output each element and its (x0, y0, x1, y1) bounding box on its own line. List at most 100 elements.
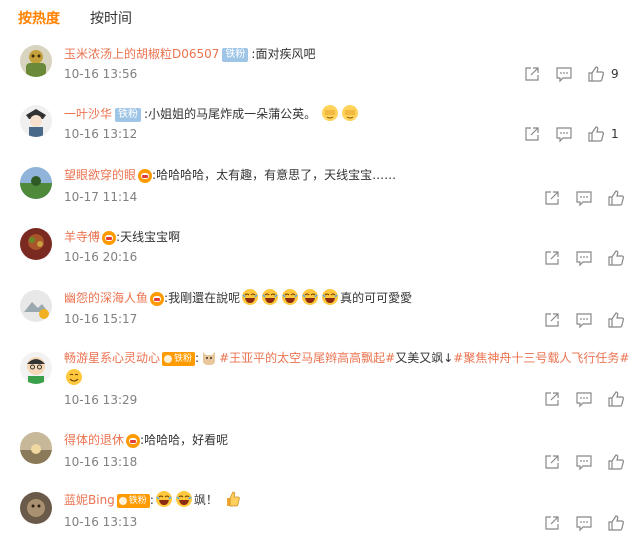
comment-icon[interactable] (575, 390, 593, 408)
avatar[interactable] (20, 167, 52, 199)
like-icon[interactable] (587, 65, 605, 83)
vip-badge-icon (126, 433, 141, 448)
like-count: 9 (611, 67, 619, 81)
vip-badge-icon (138, 168, 153, 183)
comment-icon[interactable] (575, 249, 593, 267)
comment-icon[interactable] (575, 453, 593, 471)
like-icon[interactable] (607, 514, 625, 532)
cat-emoji-icon (200, 348, 218, 366)
like-icon[interactable] (607, 249, 625, 267)
avatar[interactable] (20, 228, 52, 260)
comment-actions: 9 (523, 65, 633, 85)
comment-line: 幽怨的深海人鱼:我剛還在說呢 真的可可愛愛 (64, 288, 412, 308)
comment-text: 我剛還在說呢 (168, 291, 241, 305)
comment-text: 哈哈哈哈，太有趣，有意思了，天线宝宝…… (156, 168, 397, 182)
comment-line: 蓝妮Bing 铁粉: 飒！ (64, 490, 243, 510)
forward-icon[interactable] (543, 514, 561, 532)
avatar[interactable] (20, 352, 52, 384)
comment-icon[interactable] (555, 65, 573, 83)
fan-badge: 铁粉 (115, 107, 142, 122)
comment-icon[interactable] (575, 189, 593, 207)
facepalm-emoji-icon (341, 104, 359, 122)
like-icon[interactable] (607, 453, 625, 471)
comment-line: 得体的退休:哈哈哈，好看呢 (64, 430, 228, 450)
laugh-emoji-icon (321, 288, 339, 306)
comment-icon[interactable] (555, 125, 573, 143)
vip-badge-icon (102, 230, 117, 245)
username[interactable]: 羊寺傅 (64, 230, 100, 244)
comment-list: 玉米浓汤上的胡椒粒D06507 铁粉:面对疾风吧 10-16 13:56 9 一叶… (0, 0, 633, 540)
username[interactable]: 玉米浓汤上的胡椒粒D06507 (64, 47, 219, 61)
comment-actions (543, 189, 633, 209)
comment-line: 畅游星系心灵动心 铁粉: #王亚平的太空马尾辫高高飘起#又美又飒↓#聚焦神舟十三号载… (64, 348, 629, 368)
comment-line: 望眼欲穿的眼:哈哈哈哈，太有趣，有意思了，天线宝宝…… (64, 165, 396, 185)
like-count: 1 (611, 127, 619, 141)
comment-actions (543, 311, 633, 331)
like-icon[interactable] (607, 311, 625, 329)
avatar[interactable] (20, 432, 52, 464)
username[interactable]: 得体的退休 (64, 433, 124, 447)
username[interactable]: 蓝妮Bing (64, 493, 115, 507)
timestamp: 10-16 13:13 (64, 515, 138, 529)
comment-line: 玉米浓汤上的胡椒粒D06507 铁粉:面对疾风吧 (64, 44, 315, 64)
comment-text: 哈哈哈，好看呢 (144, 433, 229, 447)
forward-icon[interactable] (543, 249, 561, 267)
vip-badge-icon (150, 291, 165, 306)
laugh-emoji-icon (155, 490, 173, 508)
comment-actions (543, 514, 633, 534)
username[interactable]: 望眼欲穿的眼 (64, 168, 136, 182)
laugh-emoji-icon (301, 288, 319, 306)
forward-icon[interactable] (543, 453, 561, 471)
timestamp: 10-16 13:12 (64, 127, 138, 141)
smile-emoji-icon (65, 368, 83, 386)
comment-line-2 (64, 368, 84, 388)
comment-actions (543, 249, 633, 269)
laugh-emoji-icon (261, 288, 279, 306)
iron-fan-badge: 铁粉 (116, 493, 150, 508)
topic-link[interactable]: #王亚平的太空马尾辫高高飘起# (219, 351, 395, 365)
timestamp: 10-17 11:14 (64, 190, 138, 204)
comment-line: 羊寺傅:天线宝宝啊 (64, 227, 180, 247)
laugh-emoji-icon (175, 490, 193, 508)
username[interactable]: 畅游星系心灵动心 (64, 351, 160, 365)
forward-icon[interactable] (543, 390, 561, 408)
comment-text: 小姐姐的马尾炸成一朵蒲公英。 (148, 107, 317, 121)
avatar[interactable] (20, 290, 52, 322)
avatar[interactable] (20, 492, 52, 524)
iron-fan-badge: 铁粉 (162, 351, 196, 366)
like-icon[interactable] (607, 189, 625, 207)
avatar[interactable] (20, 105, 52, 137)
like-icon[interactable] (607, 390, 625, 408)
thumbs-up-emoji-icon (224, 490, 242, 508)
forward-icon[interactable] (523, 65, 541, 83)
timestamp: 10-16 13:56 (64, 67, 138, 81)
topic-link[interactable]: #聚焦神舟十三号载人飞行任务# (453, 351, 629, 365)
comment-actions (543, 390, 633, 410)
comment-text: 又美又飒↓ (395, 351, 454, 365)
comment-text: 天线宝宝啊 (120, 230, 181, 244)
comment-actions: 1 (523, 125, 633, 145)
laugh-emoji-icon (241, 288, 259, 306)
separator: : (149, 493, 154, 507)
timestamp: 10-16 15:17 (64, 312, 138, 326)
forward-icon[interactable] (523, 125, 541, 143)
laugh-emoji-icon (281, 288, 299, 306)
forward-icon[interactable] (543, 311, 561, 329)
comment-icon[interactable] (575, 311, 593, 329)
comment-text-after: 真的可可愛愛 (340, 291, 413, 305)
comment-text: 面对疾风吧 (255, 47, 316, 61)
forward-icon[interactable] (543, 189, 561, 207)
separator: : (195, 351, 200, 365)
timestamp: 10-16 20:16 (64, 250, 138, 264)
comment-line: 一叶沙华 铁粉:小姐姐的马尾炸成一朵蒲公英。 (64, 104, 360, 124)
avatar[interactable] (20, 45, 52, 77)
fan-badge: 铁粉 (222, 47, 249, 62)
username[interactable]: 幽怨的深海人鱼 (64, 291, 148, 305)
like-icon[interactable] (587, 125, 605, 143)
comment-icon[interactable] (575, 514, 593, 532)
timestamp: 10-16 13:29 (64, 393, 138, 407)
timestamp: 10-16 13:18 (64, 455, 138, 469)
comment-actions (543, 453, 633, 473)
username[interactable]: 一叶沙华 (64, 107, 112, 121)
facepalm-emoji-icon (321, 104, 339, 122)
